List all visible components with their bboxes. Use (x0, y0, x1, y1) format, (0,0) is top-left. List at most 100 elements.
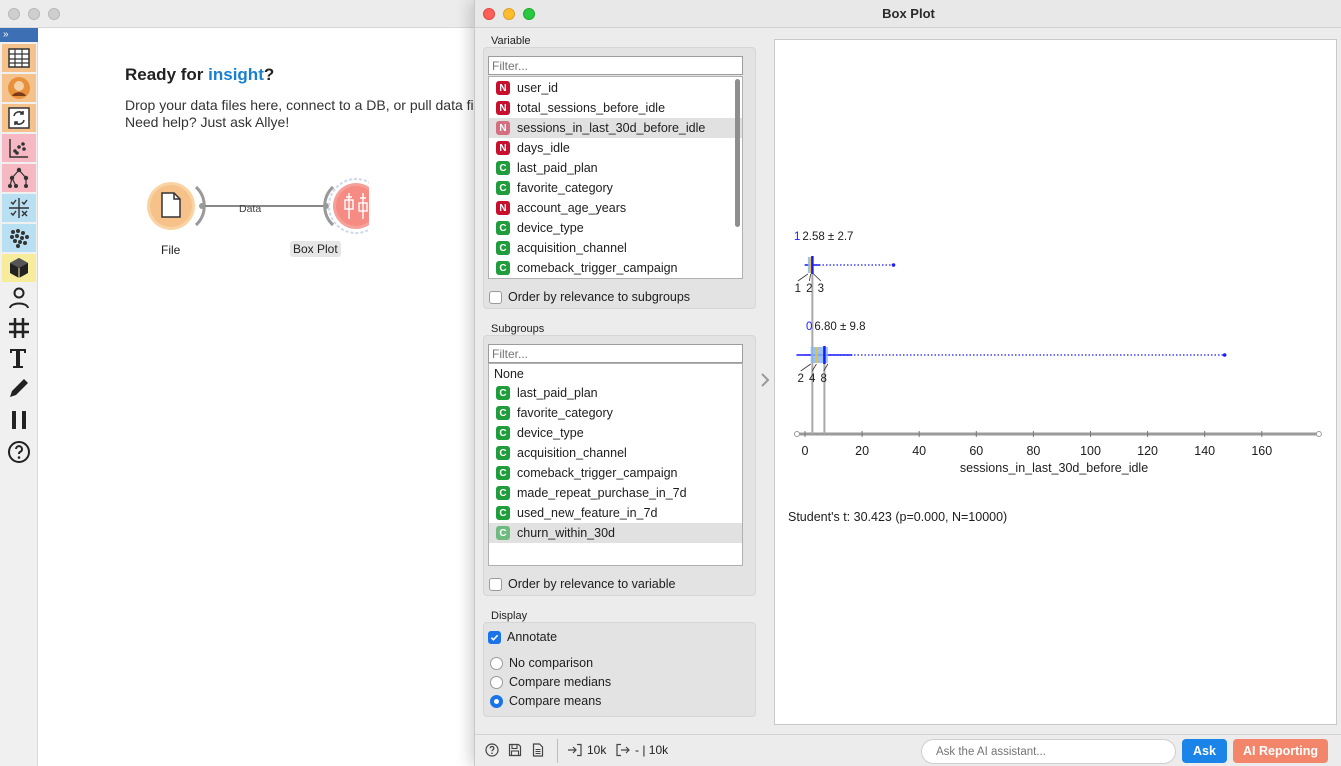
variable-group-label: Variable (491, 35, 531, 47)
variable-list-item[interactable]: Ccomeback_trigger_campaign (489, 258, 742, 278)
x-tick-label: 40 (912, 444, 926, 458)
cluster-icon[interactable] (2, 224, 36, 252)
categorical-type-icon: C (496, 526, 510, 540)
ask-button[interactable]: Ask (1182, 739, 1227, 763)
hash-icon[interactable] (2, 314, 36, 342)
cube-icon[interactable] (2, 254, 36, 282)
variable-list-label: account_age_years (517, 201, 627, 215)
mean-sd-annotation: 2.58 ± 2.7 (802, 231, 853, 243)
subgroup-list-label: favorite_category (517, 406, 613, 420)
table-icon[interactable] (2, 44, 36, 72)
variable-list[interactable]: Nuser_id Ntotal_sessions_before_idle Nsess… (488, 76, 743, 279)
subgroup-list-item[interactable]: Ccomeback_trigger_campaign (489, 463, 742, 483)
subgroups-list[interactable]: None Clast_paid_plan Cfavorite_category Cd… (488, 363, 743, 566)
radio-icon[interactable] (490, 675, 503, 689)
variable-list-label: last_paid_plan (517, 161, 598, 175)
radio-label: Compare medians (509, 675, 612, 689)
input-summary[interactable]: 10k (567, 743, 606, 757)
subgroup-list-label: comeback_trigger_campaign (517, 466, 678, 480)
text-icon[interactable] (2, 344, 36, 372)
variable-list-label: device_type (517, 221, 584, 235)
x-tick-label: 0 (802, 444, 809, 458)
file-node[interactable] (147, 182, 206, 230)
variable-list-item[interactable]: Nsessions_in_last_30d_before_idle (489, 118, 742, 138)
expand-toolbox-icon[interactable]: » (0, 28, 38, 42)
ask-ai-input[interactable] (921, 739, 1176, 764)
collapse-panel-icon[interactable] (759, 371, 771, 389)
annotate-checkbox[interactable]: Annotate (488, 630, 557, 644)
numeric-type-icon: N (496, 201, 510, 215)
variable-list-item[interactable]: Ntotal_sessions_before_idle (489, 98, 742, 118)
variable-list-item[interactable]: Cdevice_type (489, 218, 742, 238)
radio-selected-icon[interactable] (490, 694, 503, 708)
order-by-variable-label: Order by relevance to variable (508, 577, 676, 591)
scatter-icon[interactable] (2, 134, 36, 162)
help-icon[interactable] (485, 743, 499, 757)
variable-filter-input[interactable] (488, 56, 743, 75)
radio-icon[interactable] (490, 656, 503, 670)
annotate-label: Annotate (507, 630, 558, 644)
radio-compare-means[interactable]: Compare means (490, 694, 601, 708)
plot-area[interactable]: Student's t: 30.423 (p=0.000, N=10000) s… (774, 39, 1337, 725)
pen-icon[interactable] (2, 374, 36, 402)
x-tick-label: 140 (1194, 444, 1215, 458)
subgroup-list-item[interactable]: Cmade_repeat_purchase_in_7d (489, 483, 742, 503)
grid-check-icon[interactable] (2, 194, 36, 222)
checkbox-box[interactable] (489, 577, 502, 591)
variable-list-item[interactable]: Clast_paid_plan (489, 158, 742, 178)
box-plot-node[interactable] (323, 178, 369, 234)
status-divider (557, 739, 558, 763)
subgroup-list-label: device_type (517, 426, 584, 440)
variable-list-scrollbar[interactable] (735, 79, 740, 227)
display-group-label: Display (491, 610, 528, 622)
variable-list-label: days_idle (517, 141, 570, 155)
categorical-type-icon: C (496, 486, 510, 500)
variable-list-item[interactable]: Cacquisition_channel (489, 238, 742, 258)
variable-list-label: user_id (517, 81, 558, 95)
x-tick-label: 100 (1080, 444, 1101, 458)
subgroup-list-item[interactable]: Clast_paid_plan (489, 383, 742, 403)
radio-compare-medians[interactable]: Compare medians (490, 675, 611, 689)
quartile-label: 3 (818, 283, 824, 295)
radio-no-comparison[interactable]: No comparison (490, 656, 593, 670)
variable-list-item[interactable]: Cfavorite_category (489, 178, 742, 198)
quartile-leader (800, 363, 811, 372)
subgroup-list-item[interactable]: Cfavorite_category (489, 403, 742, 423)
categorical-type-icon: C (496, 386, 510, 400)
minimize-icon[interactable] (28, 8, 40, 20)
ai-reporting-button[interactable]: AI Reporting (1233, 739, 1328, 763)
checkbox-box[interactable] (489, 290, 502, 304)
tree-icon[interactable] (2, 164, 36, 192)
mean-sd-annotation: 6.80 ± 9.8 (814, 321, 865, 333)
box-plot-window: Box Plot Variable Nuser_idNtotal_session… (474, 0, 1341, 766)
categorical-type-icon: C (496, 161, 510, 175)
zoom-icon[interactable] (48, 8, 60, 20)
refresh-icon[interactable] (2, 104, 36, 132)
variable-list-item[interactable]: Nuser_id (489, 78, 742, 98)
avatar-icon[interactable] (2, 74, 36, 102)
pause-icon[interactable] (2, 406, 36, 434)
whisker-max-marker (1222, 353, 1227, 357)
variable-list-item[interactable]: Ndays_idle (489, 138, 742, 158)
subgroup-list-item[interactable]: Cchurn_within_30d (489, 523, 742, 543)
variable-list-item[interactable]: Naccount_age_years (489, 198, 742, 218)
save-icon[interactable] (508, 743, 522, 757)
output-summary[interactable]: - | 10k (615, 743, 668, 757)
subgroup-list-item[interactable]: Cused_new_feature_in_7d (489, 503, 742, 523)
person-icon[interactable] (2, 284, 36, 312)
subgroup-list-item[interactable]: Cacquisition_channel (489, 443, 742, 463)
close-icon[interactable] (8, 8, 20, 20)
subgroup-list-label: made_repeat_purchase_in_7d (517, 486, 687, 500)
help-icon[interactable] (2, 438, 36, 466)
categorical-type-icon: C (496, 241, 510, 255)
subgroups-filter-input[interactable] (488, 344, 743, 363)
variable-list-label: total_sessions_before_idle (517, 101, 666, 115)
checkbox-checked-icon[interactable] (488, 630, 501, 644)
subgroup-list-item[interactable]: Cdevice_type (489, 423, 742, 443)
categorical-type-icon: C (496, 446, 510, 460)
order-by-variable-checkbox[interactable]: Order by relevance to variable (489, 577, 675, 591)
file-node-label: File (161, 243, 181, 257)
report-icon[interactable] (531, 743, 545, 757)
subgroup-none-item[interactable]: None (489, 364, 742, 384)
order-by-subgroups-checkbox[interactable]: Order by relevance to subgroups (489, 290, 690, 304)
